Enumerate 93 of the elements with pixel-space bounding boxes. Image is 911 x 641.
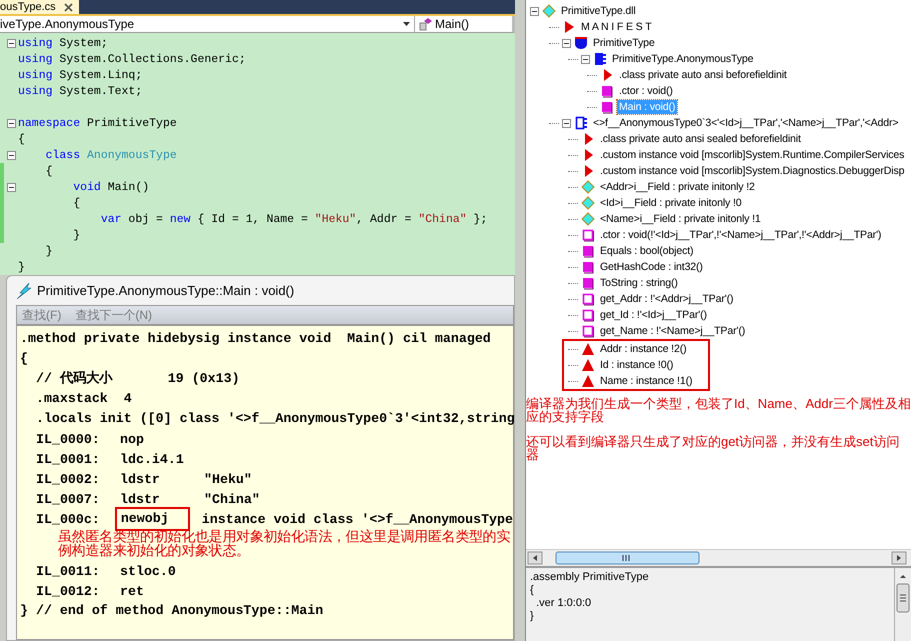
il-instruction: IL_0001: ldc.i4.1	[35, 450, 185, 468]
collapse-icon[interactable]	[6, 150, 16, 160]
shield-icon	[574, 36, 588, 50]
tree-item[interactable]: get_Id : !'<Id>j__TPar'()	[598, 308, 709, 322]
il-line: .ver 1:0:0:0	[535, 597, 592, 610]
diamond-icon	[580, 180, 595, 194]
triangle-up-icon	[580, 374, 595, 388]
method-square-icon	[580, 244, 595, 258]
method-square-icon	[580, 276, 595, 290]
horizontal-scrollbar[interactable]	[526, 549, 911, 566]
triangle-up-icon	[580, 342, 595, 356]
il-line: {	[20, 350, 29, 368]
tree-item[interactable]: .class private auto ansi sealed beforefieldinit	[598, 132, 803, 146]
tree-item[interactable]: PrimitiveType	[590, 36, 657, 50]
tree-item[interactable]: PrimitiveType.AnonymousType	[610, 52, 756, 66]
il-line: .assembly PrimitiveType	[530, 571, 650, 584]
code-line: }	[44, 244, 53, 258]
hollow-square-icon	[580, 308, 595, 322]
tree-item[interactable]: GetHashCode : int32()	[598, 260, 705, 274]
collapse-icon[interactable]	[580, 54, 590, 64]
code-line: var obj = new { Id = 1, Name = "Heku", Addr = "China" };	[100, 212, 488, 226]
diamond-icon	[580, 212, 595, 226]
il-line: } // end of method AnonymousType::Main	[20, 602, 324, 620]
tree-item[interactable]: <>f__AnonymousType0`3<'<Id>j__TPar','<Name>j__TPar','<Addr>	[590, 116, 900, 130]
tree-item[interactable]: .custom instance void [mscorlib]System.Diagnostics.DebuggerDisp	[598, 164, 906, 178]
tree-item[interactable]: Equals : bool(object)	[598, 244, 696, 258]
il-line: // 代码大小 19 (0x13)	[34, 370, 241, 388]
window-title: PrimitiveType.AnonymousType::Main : void()	[37, 283, 294, 298]
collapse-icon[interactable]	[562, 38, 571, 48]
method-square-icon	[580, 260, 595, 274]
il-line: .locals init ([0] class '<>f__AnonymousType0`3'<int32,string	[34, 410, 513, 428]
code-line: {	[18, 132, 25, 146]
tree-item[interactable]: ToString : string()	[598, 276, 680, 290]
method-square-icon	[600, 84, 614, 98]
il-instruction: IL_0002: ldstr "Heku"	[35, 470, 253, 488]
collapse-icon[interactable]	[530, 6, 539, 16]
tree-item[interactable]: .ctor : void()	[616, 84, 675, 98]
type-dropdown[interactable]: iveType.AnonymousType	[0, 16, 415, 32]
hollow-square-icon	[580, 228, 595, 242]
tree-item[interactable]: .ctor : void(!'<Id>j__TPar',!'<Name>j__TPar',!'<Addr>j__TPar')	[598, 228, 884, 242]
dropdown-caret-icon	[403, 22, 410, 26]
annotation-note: 还可以看到编译器只生成了对应的get访问器，并没有生成set访问器	[526, 435, 900, 461]
hollow-square-icon	[580, 292, 595, 306]
diamond-icon	[580, 196, 595, 210]
tree-item[interactable]: M A N I F E S T	[578, 20, 654, 34]
collapse-icon[interactable]	[6, 118, 16, 128]
il-line: .method private hidebysig instance void Main() cil managed	[20, 330, 492, 348]
il-line: .maxstack 4	[34, 390, 133, 408]
code-line: using System;	[18, 36, 108, 50]
assembly-diamond-icon	[542, 4, 556, 18]
tree-item[interactable]: <Name>i__Field : private initonly !1	[598, 212, 763, 226]
tree-item[interactable]: Id : instance !0()	[598, 358, 676, 372]
collapse-icon[interactable]	[6, 182, 16, 192]
code-line: using System.Linq;	[18, 68, 142, 82]
tree-item[interactable]: Name : instance !1()	[598, 374, 694, 388]
code-line: namespace PrimitiveType	[18, 116, 177, 130]
class-outline-icon	[574, 116, 588, 130]
il-instruction: IL_000c: newobj instance void class '<>f__AnonymousType	[20, 509, 513, 529]
tree-item[interactable]: Addr : instance !2()	[598, 342, 688, 356]
triangle-up-icon	[580, 358, 595, 372]
collapse-icon[interactable]	[562, 118, 571, 128]
il-line: }	[530, 610, 535, 623]
annotation-note: 编译器为我们生成一个类型，包装了Id、Name、Addr三个属性及相应的支持字段	[526, 397, 911, 423]
method-cube-icon	[419, 17, 433, 31]
vertical-scrollbar[interactable]	[894, 568, 911, 641]
tree-item[interactable]: .class private auto ansi beforefieldinit	[616, 68, 789, 82]
tree-item[interactable]: PrimitiveType.dll	[558, 4, 638, 18]
tree-item[interactable]: get_Name : !'<Name>j__TPar'()	[598, 324, 748, 338]
close-icon[interactable]	[64, 2, 73, 12]
code-line: }	[72, 228, 80, 242]
code-line: }	[18, 260, 25, 274]
code-line: {	[44, 164, 53, 178]
file-tab[interactable]: ousType.cs	[0, 0, 79, 14]
il-line: {	[530, 584, 535, 597]
tree-item[interactable]: .custom instance void [mscorlib]System.Runtime.CompilerServices	[598, 148, 906, 162]
collapse-icon[interactable]	[6, 38, 16, 48]
code-line: {	[72, 196, 80, 210]
il-instruction: IL_0000: nop	[35, 430, 145, 448]
code-line: void Main()	[72, 180, 150, 194]
il-instruction: IL_0007: ldstr "China"	[35, 490, 261, 508]
il-instruction: IL_0011: stloc.0	[35, 562, 177, 580]
code-line: using System.Text;	[18, 84, 142, 98]
tree-item[interactable]: <Addr>i__Field : private initonly !2	[598, 180, 757, 194]
tree-item[interactable]: <Id>i__Field : private initonly !0	[598, 196, 744, 210]
hollow-square-icon	[580, 324, 595, 338]
lightning-icon	[17, 282, 31, 298]
code-line: class AnonymousType	[44, 148, 177, 162]
il-instruction: IL_0012: ret	[35, 582, 145, 600]
method-square-icon	[600, 100, 614, 114]
code-line: using System.Collections.Generic;	[18, 52, 246, 66]
tree-item[interactable]: get_Addr : !'<Addr>j__TPar'()	[598, 292, 736, 306]
member-dropdown[interactable]: Main()	[415, 16, 512, 32]
class-block-icon	[592, 52, 607, 66]
